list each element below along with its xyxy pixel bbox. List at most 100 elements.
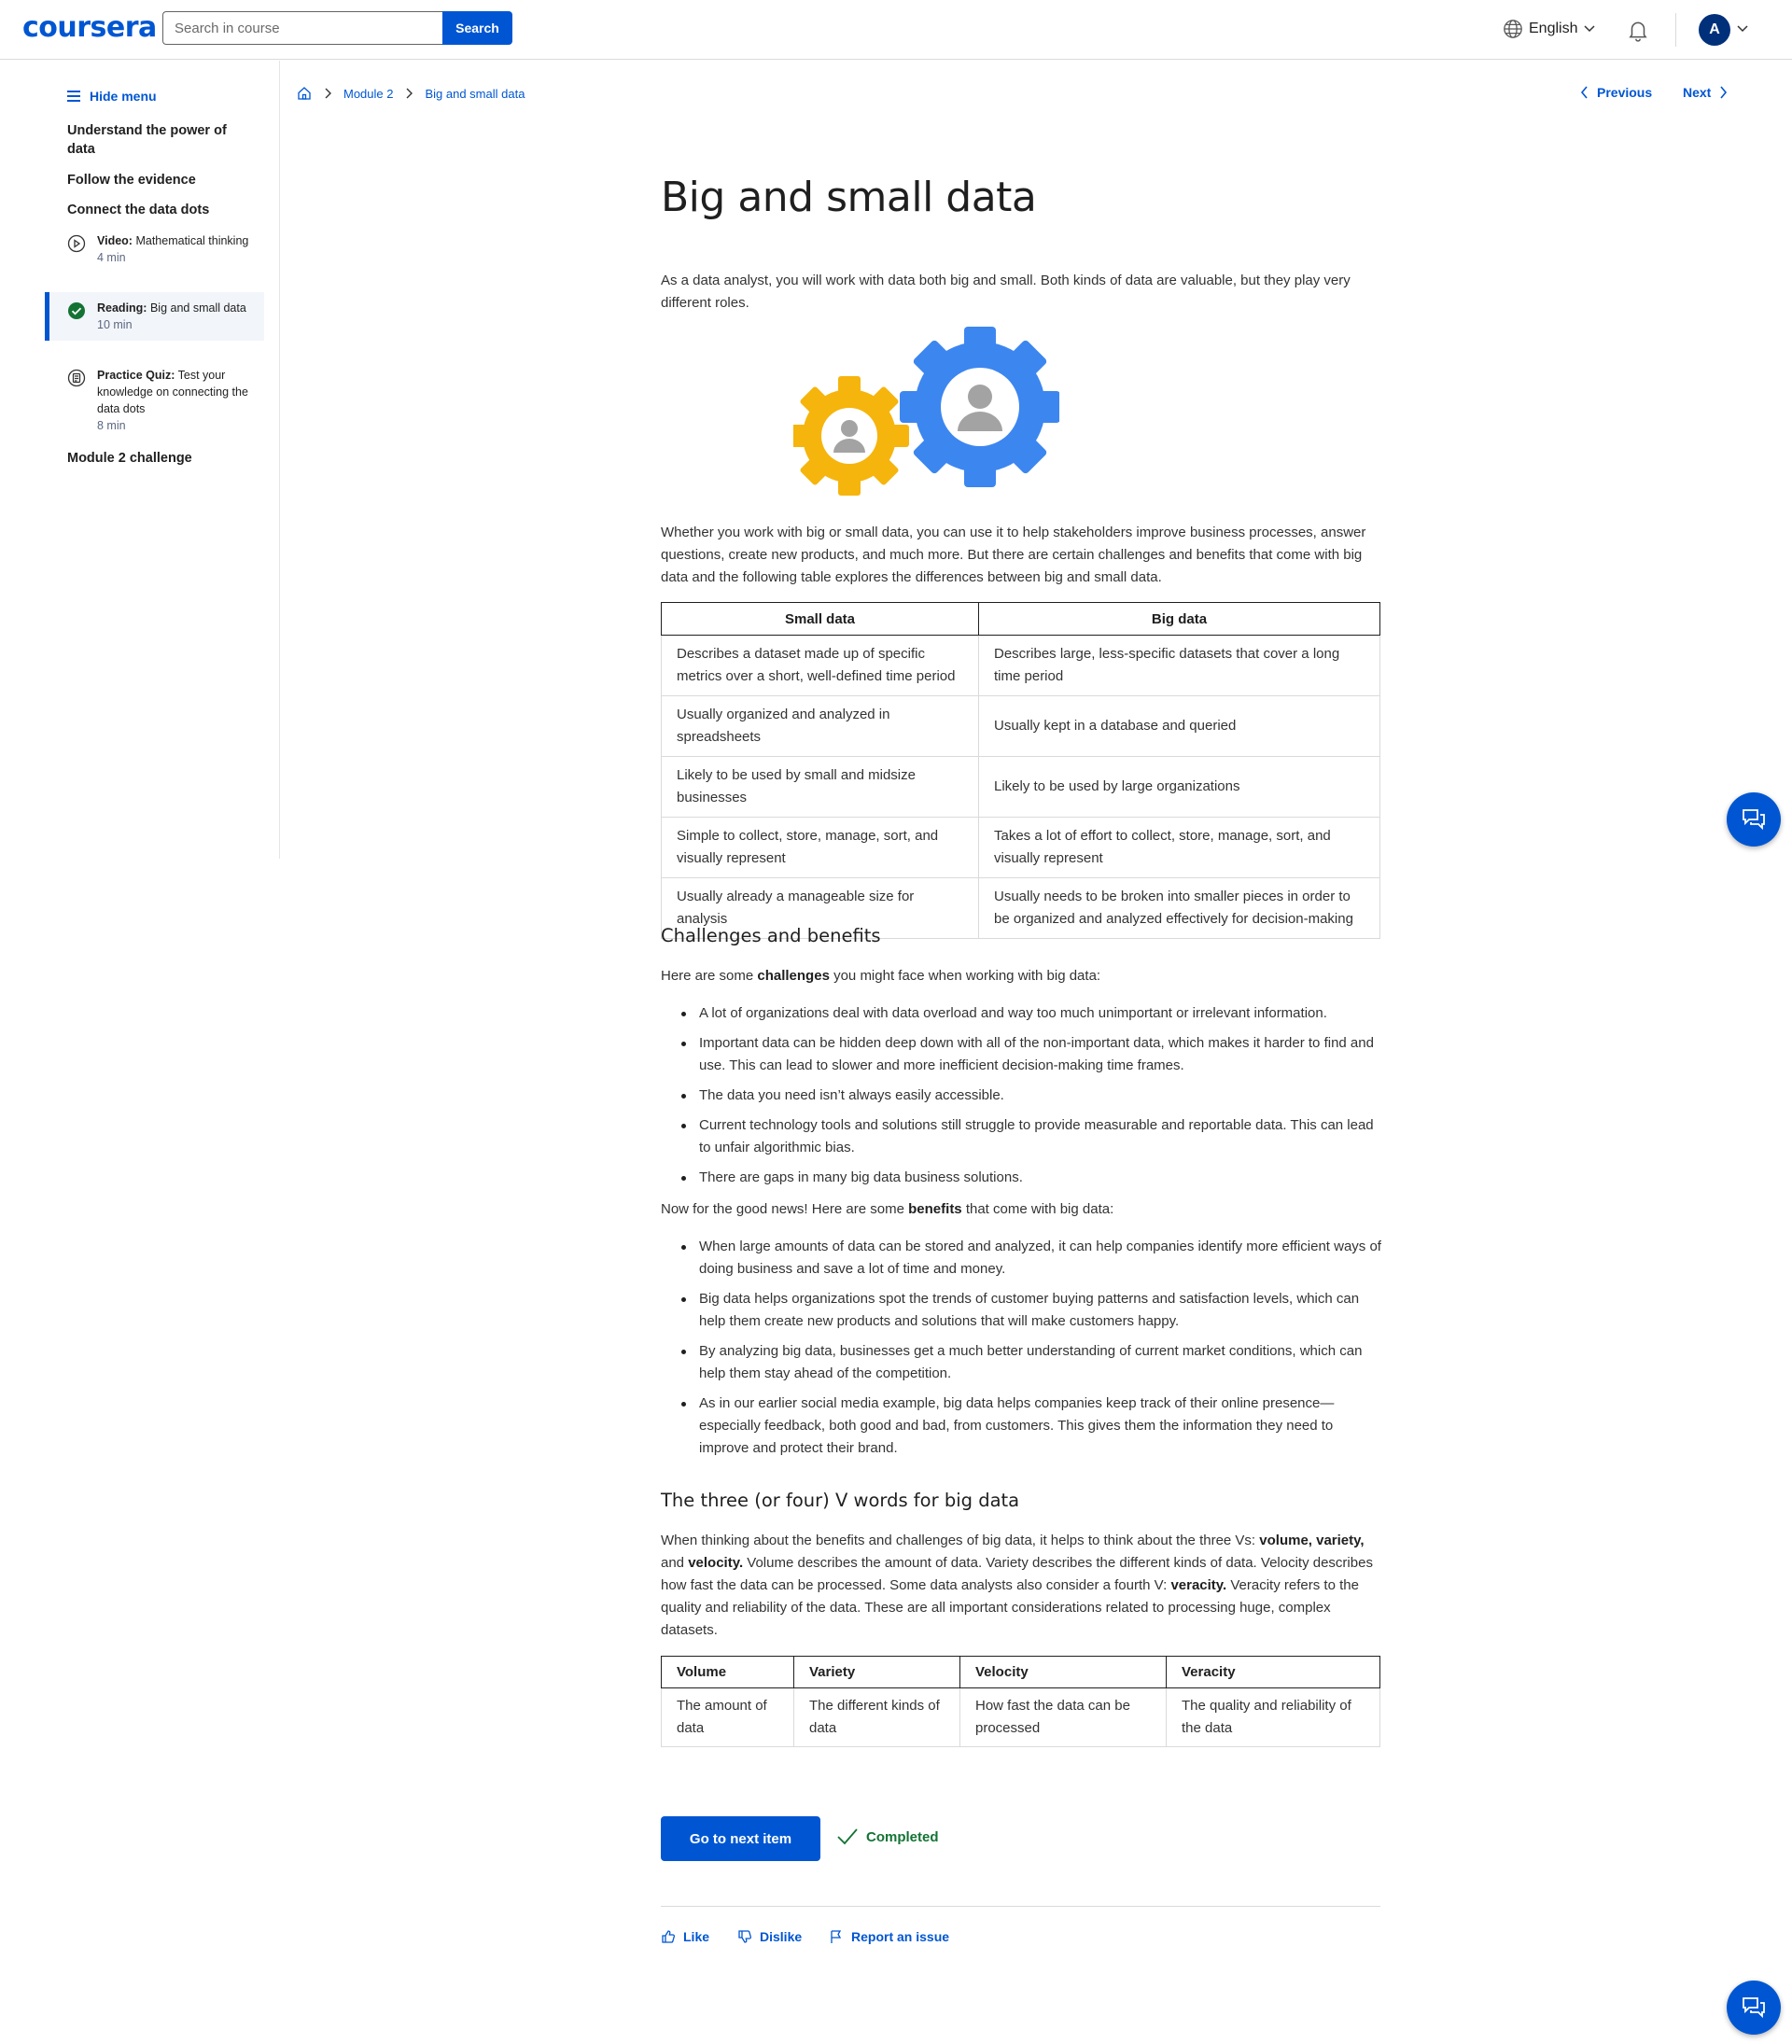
course-sidebar: Hide menu Understand the power of data F… (0, 61, 280, 859)
table-cell: Usually organized and analyzed in spread… (661, 695, 979, 757)
table-header: Veracity (1166, 1656, 1380, 1688)
globe-icon (1504, 20, 1522, 38)
item-type: Video: (97, 234, 133, 247)
table-cell: The quality and reliability of the data (1166, 1687, 1380, 1747)
language-selector[interactable]: English (1503, 19, 1596, 39)
table-row: Describes a dataset made up of specific … (661, 635, 1380, 696)
v-words-paragraph: When thinking about the benefits and cha… (661, 1530, 1381, 1642)
benefits-intro: Now for the good news! Here are some ben… (661, 1198, 1381, 1221)
chevron-right-icon (1720, 86, 1728, 99)
heading-challenges: Challenges and benefits (661, 925, 881, 946)
notifications-bell-icon[interactable] (1626, 18, 1650, 42)
like-button[interactable]: Like (661, 1929, 709, 1944)
list-item: As in our earlier social media example, … (681, 1393, 1386, 1460)
course-search: Search (162, 11, 512, 45)
bold-text: benefits (908, 1201, 962, 1217)
header-divider (1675, 13, 1676, 47)
go-to-next-item-button[interactable]: Go to next item (661, 1816, 820, 1861)
text-run: Here are some (661, 968, 758, 984)
table-cell: Likely to be used by small and midsize b… (661, 756, 979, 818)
completed-status: Completed (836, 1827, 939, 1846)
paragraph-2: Whether you work with big or small data,… (661, 525, 1366, 585)
user-avatar[interactable]: A (1699, 14, 1730, 46)
next-button[interactable]: Next (1683, 85, 1728, 100)
text-run: you might face when working with big dat… (829, 968, 1101, 984)
item-title: Mathematical thinking (135, 234, 249, 247)
bold-text: volume, variety, (1259, 1533, 1365, 1548)
bold-text: veracity. (1170, 1577, 1227, 1593)
search-button[interactable]: Search (442, 11, 512, 45)
table-header: Variety (793, 1656, 960, 1688)
search-input[interactable] (162, 11, 442, 45)
table-row: The amount of data The different kinds o… (661, 1687, 1380, 1747)
footer-divider (661, 1906, 1380, 1907)
sidebar-section-connect[interactable]: Connect the data dots (67, 201, 254, 219)
chevron-right-icon (406, 88, 413, 99)
report-issue-button[interactable]: Report an issue (829, 1929, 949, 1944)
sidebar-item-video[interactable]: Video: Mathematical thinking 4 min (45, 225, 264, 273)
item-duration: 8 min (97, 419, 126, 432)
table-header: Velocity (959, 1656, 1167, 1688)
item-type: Reading: (97, 301, 147, 315)
table-header: Volume (661, 1656, 794, 1688)
chevron-left-icon (1580, 86, 1588, 99)
top-header: coursera Search English A (0, 0, 1792, 60)
list-item: When large amounts of data can be stored… (681, 1236, 1386, 1281)
sidebar-section-follow[interactable]: Follow the evidence (67, 171, 254, 189)
table-cell: Likely to be used by large organizations (978, 756, 1380, 818)
previous-button[interactable]: Previous (1580, 85, 1652, 100)
table-header: Big data (978, 602, 1380, 636)
home-icon[interactable] (297, 86, 312, 101)
sidebar-section-understand[interactable]: Understand the power of data (67, 121, 254, 159)
hide-menu-label: Hide menu (90, 89, 157, 104)
completed-label: Completed (866, 1828, 939, 1845)
small-vs-big-data-table: Small data Big data Describes a dataset … (661, 602, 1380, 939)
play-circle-icon (67, 234, 86, 253)
chat-assistant-button-bottom[interactable] (1727, 1981, 1781, 2035)
list-item: The data you need isn’t always easily ac… (681, 1085, 1386, 1107)
sidebar-item-quiz[interactable]: Practice Quiz: Test your knowledge on co… (45, 359, 264, 441)
sidebar-section-challenge[interactable]: Module 2 challenge (67, 449, 254, 468)
intro-paragraph: As a data analyst, you will work with da… (661, 273, 1351, 311)
list-item: There are gaps in many big data business… (681, 1167, 1386, 1189)
breadcrumb: Module 2 Big and small data (297, 86, 525, 101)
item-type: Practice Quiz: (97, 369, 175, 382)
item-duration: 10 min (97, 318, 133, 331)
list-item: Big data helps organizations spot the tr… (681, 1288, 1386, 1333)
text-run: Now for the good news! Here are some (661, 1201, 909, 1217)
quiz-icon (67, 369, 86, 387)
chat-bubbles-icon (1743, 809, 1765, 831)
thumbs-down-icon (738, 1930, 752, 1943)
chevron-down-icon (1584, 25, 1596, 33)
language-label: English (1529, 21, 1578, 36)
coursera-logo[interactable]: coursera (22, 11, 157, 44)
list-item: Current technology tools and solutions s… (681, 1114, 1386, 1159)
breadcrumb-page[interactable]: Big and small data (425, 87, 525, 101)
check-circle-icon (68, 302, 85, 319)
table-cell: Usually kept in a database and queried (978, 695, 1380, 757)
hide-menu-button[interactable]: Hide menu (67, 89, 157, 104)
hamburger-icon (67, 91, 80, 102)
chat-assistant-button[interactable] (1727, 792, 1781, 847)
like-label: Like (683, 1929, 710, 1944)
gears-illustration (793, 327, 1059, 496)
breadcrumb-module[interactable]: Module 2 (343, 87, 393, 101)
dislike-button[interactable]: Dislike (737, 1929, 802, 1944)
table-header: Small data (661, 602, 979, 636)
dislike-label: Dislike (760, 1929, 803, 1944)
challenges-list: A lot of organizations deal with data ov… (681, 1002, 1386, 1197)
text-run: and (661, 1555, 689, 1571)
table-row: Likely to be used by small and midsize b… (661, 756, 1380, 818)
sidebar-item-reading[interactable]: Reading: Big and small data 10 min (45, 292, 264, 341)
report-label: Report an issue (851, 1929, 950, 1944)
bold-text: challenges (757, 968, 830, 984)
benefits-list: When large amounts of data can be stored… (681, 1236, 1386, 1467)
v-words-table: Volume Variety Velocity Veracity The amo… (661, 1656, 1380, 1747)
table-cell: The amount of data (661, 1687, 794, 1747)
thumbs-up-icon (662, 1930, 676, 1943)
table-cell: Usually needs to be broken into smaller … (978, 877, 1380, 939)
challenges-intro: Here are some challenges you might face … (661, 965, 1381, 987)
list-item: Important data can be hidden deep down w… (681, 1032, 1386, 1077)
avatar-chevron-down-icon[interactable] (1736, 22, 1749, 35)
checkmark-icon (837, 1828, 858, 1845)
